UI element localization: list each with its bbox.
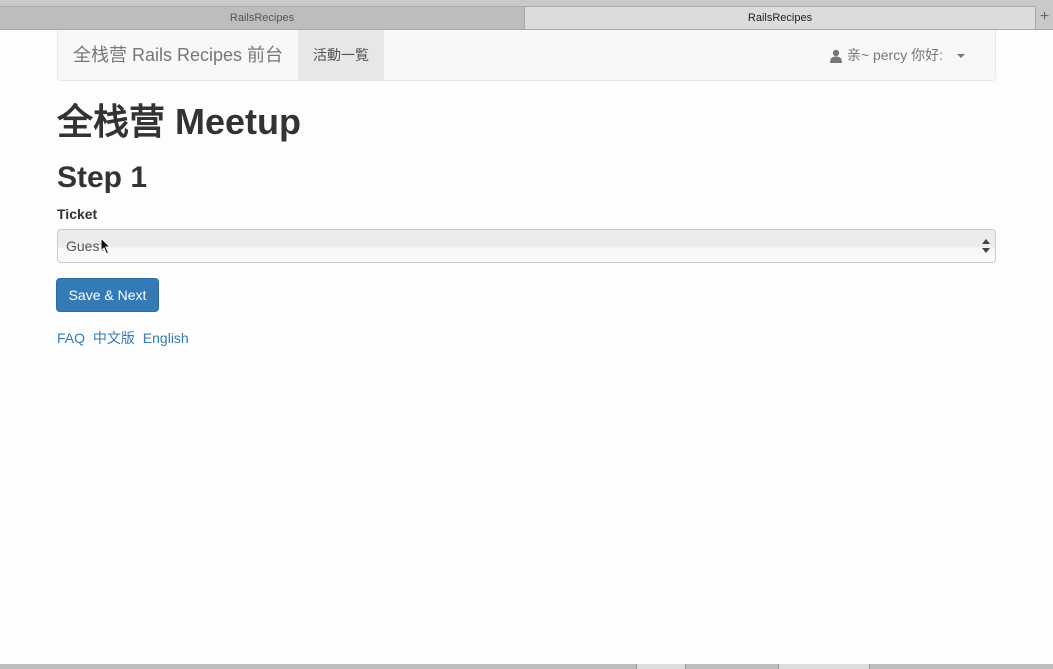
browser-tab-title: RailsRecipes bbox=[229, 12, 295, 24]
browser-tab-active[interactable]: RailsRecipes bbox=[525, 6, 1035, 29]
background-button bbox=[636, 664, 686, 669]
navbar-brand[interactable]: 全栈营 Rails Recipes 前台 bbox=[73, 30, 283, 81]
select-arrows-icon bbox=[982, 239, 990, 253]
step-title: Step 1 bbox=[57, 161, 148, 194]
plus-icon: + bbox=[1039, 8, 1050, 25]
background-window-edge bbox=[0, 664, 1053, 669]
background-button bbox=[778, 664, 870, 669]
ticket-select[interactable]: Guest bbox=[57, 229, 996, 263]
chinese-link[interactable]: 中文版 bbox=[93, 330, 135, 346]
browser-tab[interactable]: RailsRecipes bbox=[0, 6, 525, 29]
ticket-label: Ticket bbox=[57, 206, 98, 222]
page-title: 全栈营 Meetup bbox=[57, 101, 302, 142]
user-dropdown[interactable]: 亲~ percy 你好: bbox=[829, 30, 965, 81]
browser-tab-title: RailsRecipes bbox=[747, 12, 813, 24]
save-next-button[interactable]: Save & Next bbox=[56, 278, 159, 312]
new-tab-button[interactable]: + bbox=[1035, 6, 1053, 29]
faq-link[interactable]: FAQ bbox=[57, 330, 85, 346]
caret-down-icon bbox=[957, 53, 965, 58]
browser-tab-bar: RailsRecipes RailsRecipes + bbox=[0, 0, 1053, 30]
nav-item-events[interactable]: 活動一覧 bbox=[298, 30, 384, 80]
user-icon bbox=[829, 49, 842, 63]
english-link[interactable]: English bbox=[143, 330, 189, 346]
mouse-cursor-icon bbox=[100, 237, 112, 255]
user-greeting: 亲~ percy 你好: bbox=[846, 47, 943, 63]
footer-links: FAQ 中文版 English bbox=[57, 328, 193, 348]
ticket-select-value: Guest bbox=[66, 238, 104, 254]
navbar: 全栈营 Rails Recipes 前台 活動一覧 亲~ percy 你好: bbox=[57, 30, 996, 81]
